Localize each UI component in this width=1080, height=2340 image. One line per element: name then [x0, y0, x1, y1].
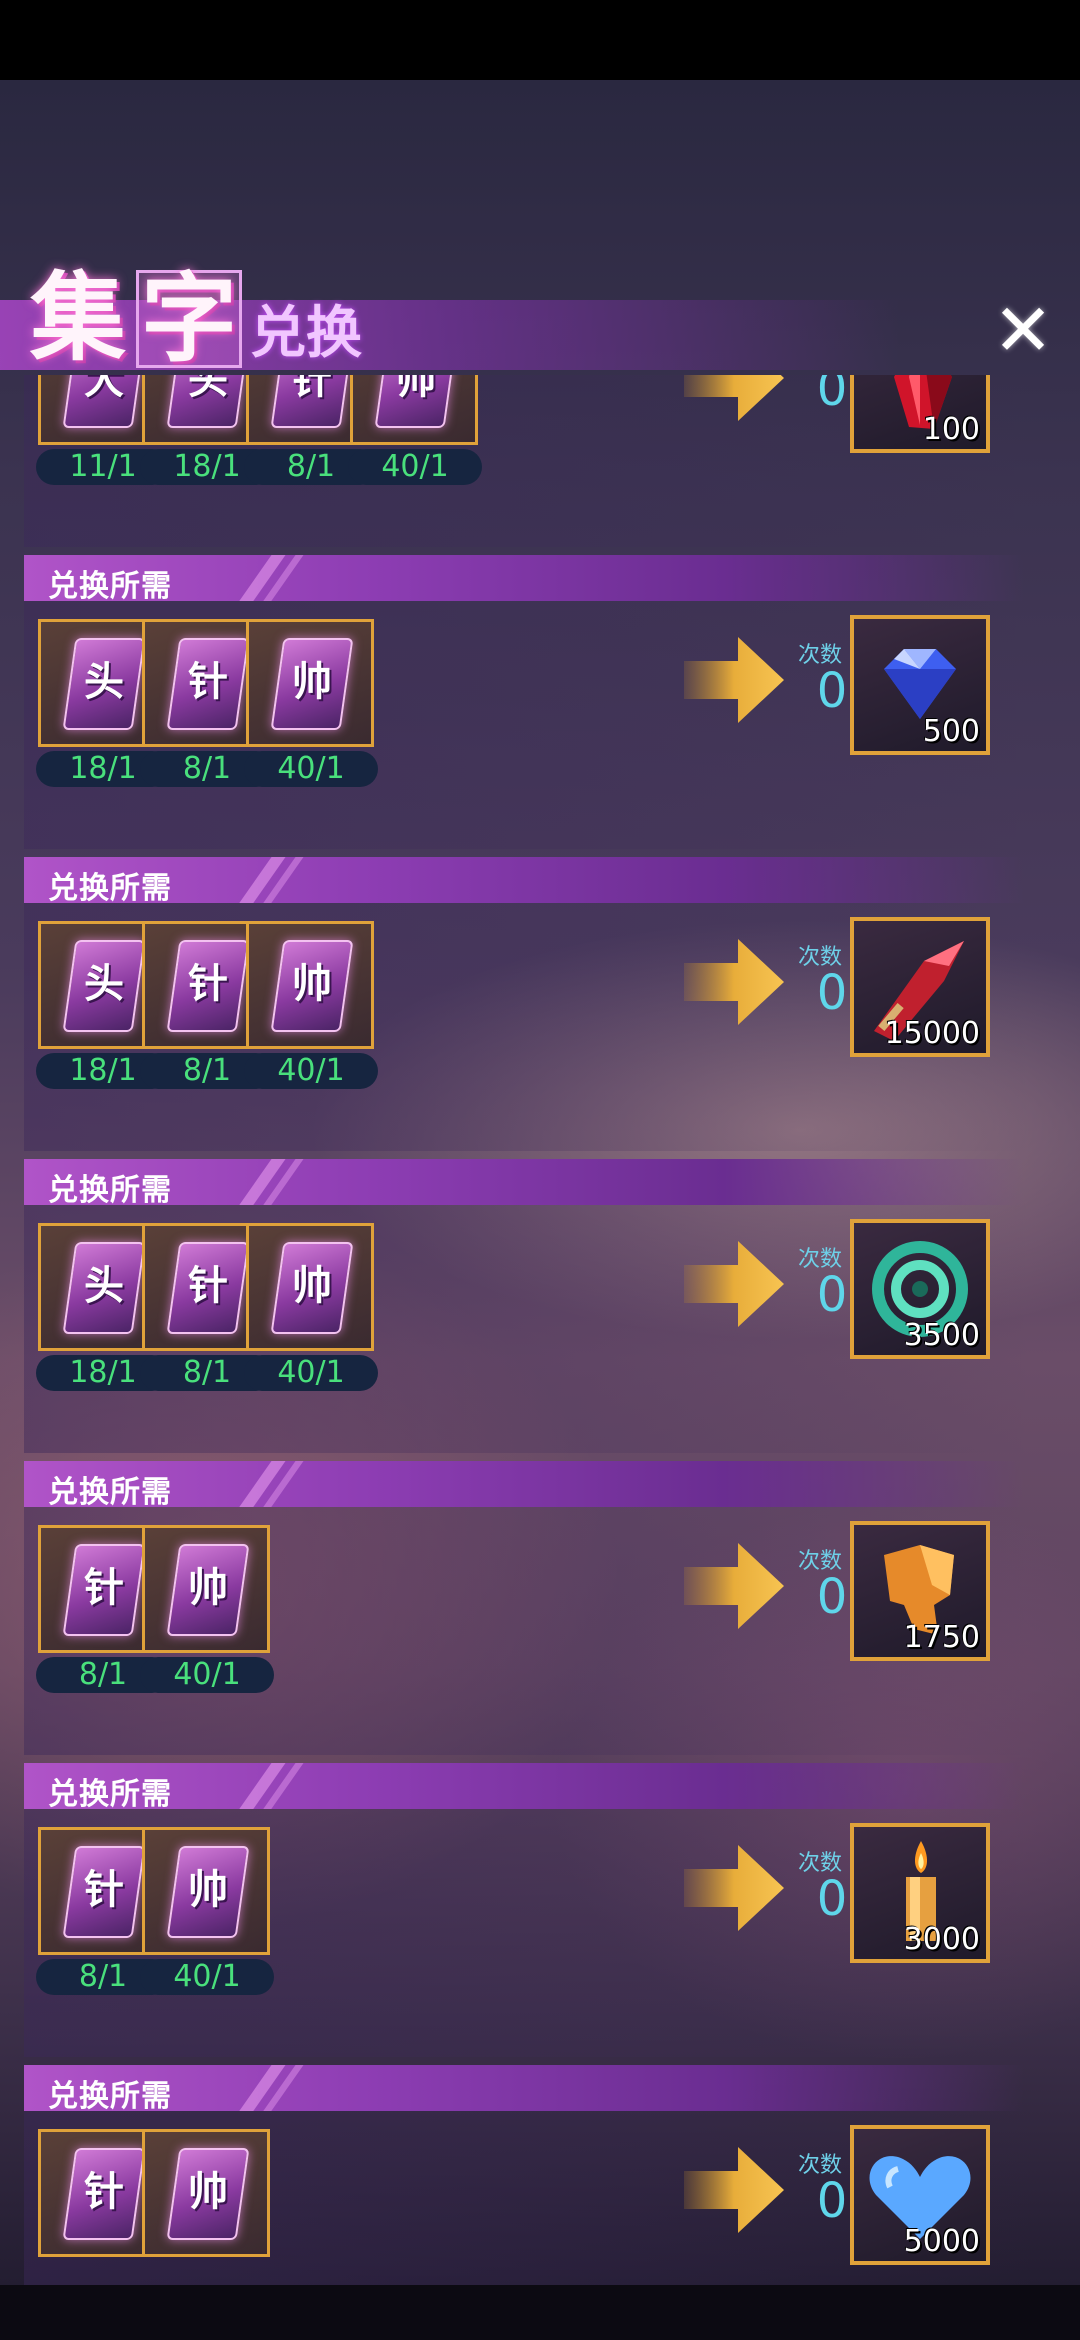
character-card[interactable]: 帅	[246, 619, 374, 747]
card-count: 40/1	[244, 1355, 378, 1391]
row-header: 兑换所需	[24, 1461, 1024, 1507]
arrow-right-icon	[684, 375, 784, 421]
bottom-bar	[0, 2285, 1080, 2340]
card-character: 针	[84, 1866, 124, 1913]
row-header: 兑换所需	[24, 1159, 1024, 1205]
reward-amount: 15000	[884, 1016, 980, 1051]
exchange-row: 兑换所需头 18/1 针 8/1 帅 40/1 次数 0 500	[0, 555, 1080, 857]
exchange-row: 兑换所需大11/1头18/1针8/1帅40/1次数0100	[0, 375, 1080, 555]
title-char-1: 集	[30, 261, 126, 374]
row-header: 兑换所需	[24, 1763, 1024, 1809]
reward-amount: 100	[922, 412, 980, 447]
card-character: 针	[188, 960, 228, 1007]
card-character: 针	[84, 2168, 124, 2215]
row-header: 兑换所需	[24, 857, 1024, 903]
reward-item[interactable]: 5000	[850, 2125, 990, 2265]
row-header: 兑换所需	[24, 555, 1024, 601]
card-character: 头	[84, 658, 124, 705]
exchange-row: 兑换所需针 8/1 帅 40/1 次数 0 1750	[0, 1461, 1080, 1763]
exchange-row: 兑换所需头 18/1 针 8/1 帅 40/1 次数 0 3500	[0, 1159, 1080, 1461]
status-bar	[0, 0, 1080, 80]
card-character: 头	[84, 960, 124, 1007]
arrow-right-icon	[684, 637, 784, 723]
character-card[interactable]: 帅	[350, 375, 478, 445]
row-header-label: 兑换所需	[48, 1173, 172, 1205]
character-card[interactable]: 帅	[142, 1525, 270, 1653]
page-title: 集 字 兑换	[30, 258, 362, 368]
card-character: 头	[188, 375, 228, 403]
reward-amount: 3500	[903, 1318, 980, 1353]
exchange-list[interactable]: 兑换所需大11/1头18/1针8/1帅40/1次数0100兑换所需头18/1针8…	[0, 375, 1080, 2285]
arrow-right-icon	[684, 1543, 784, 1629]
reward-amount: 3000	[903, 1922, 980, 1957]
arrow-right-icon	[684, 2147, 784, 2233]
title-suffix: 兑换	[250, 300, 362, 366]
exchange-row: 兑换所需针 8/1 帅 40/1 次数 0 3000	[0, 1763, 1080, 2065]
card-count: 40/1	[244, 1053, 378, 1089]
reward-amount: 1750	[903, 1620, 980, 1655]
character-card[interactable]: 帅	[142, 2129, 270, 2257]
card-character: 帅	[292, 658, 332, 705]
character-card[interactable]: 帅	[246, 921, 374, 1049]
exchange-row: 兑换所需针帅次数 0 5000	[0, 2065, 1080, 2285]
card-count: 40/1	[140, 1959, 274, 1995]
reward-item[interactable]: 3500	[850, 1219, 990, 1359]
card-character: 帅	[292, 1262, 332, 1309]
arrow-right-icon	[684, 1241, 784, 1327]
row-header-label: 兑换所需	[48, 1475, 172, 1507]
row-header-label: 兑换所需	[48, 871, 172, 903]
reward-item[interactable]: 15000	[850, 917, 990, 1057]
row-header-label: 兑换所需	[48, 2079, 172, 2111]
card-count: 40/1	[348, 449, 482, 485]
card-character: 针	[84, 1564, 124, 1611]
reward-item[interactable]: 1750	[850, 1521, 990, 1661]
card-character: 大	[84, 375, 124, 403]
card-character: 针	[188, 1262, 228, 1309]
reward-item[interactable]: 500	[850, 615, 990, 755]
character-card[interactable]: 帅	[142, 1827, 270, 1955]
card-character: 帅	[292, 960, 332, 1007]
card-character: 针	[188, 658, 228, 705]
card-character: 针	[292, 375, 332, 403]
character-card[interactable]: 帅	[246, 1223, 374, 1351]
card-character: 帅	[188, 2168, 228, 2215]
row-header-label: 兑换所需	[48, 1777, 172, 1809]
reward-amount: 5000	[903, 2224, 980, 2259]
card-character: 帅	[188, 1564, 228, 1611]
arrow-right-icon	[684, 939, 784, 1025]
reward-amount: 500	[922, 714, 980, 749]
row-header-label: 兑换所需	[48, 569, 172, 601]
card-character: 头	[84, 1262, 124, 1309]
reward-item[interactable]: 100	[850, 375, 990, 453]
card-count: 40/1	[140, 1657, 274, 1693]
arrow-right-icon	[684, 1845, 784, 1931]
row-header: 兑换所需	[24, 2065, 1024, 2111]
reward-item[interactable]: 3000	[850, 1823, 990, 1963]
title-char-2: 字	[136, 270, 242, 368]
card-character: 帅	[188, 1866, 228, 1913]
close-button[interactable]: ✕	[990, 294, 1056, 366]
card-character: 帅	[396, 375, 436, 403]
card-count: 40/1	[244, 751, 378, 787]
exchange-row: 兑换所需头 18/1 针 8/1 帅 40/1 次数 0 15000	[0, 857, 1080, 1159]
